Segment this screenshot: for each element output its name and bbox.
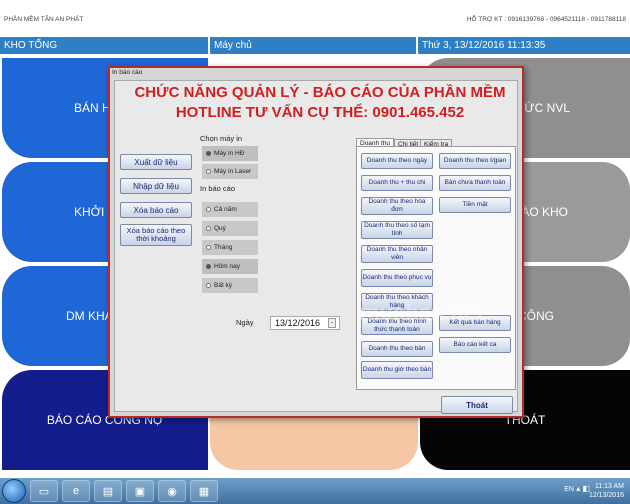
dialog-title: In báo cáo [112, 69, 143, 76]
support-hotline: HỖ TRỢ KT : 0916139768 - 0964521118 - 09… [466, 16, 626, 23]
radio-icon [206, 207, 211, 212]
revenue-by-table-button[interactable]: Doanh thu theo bàn [361, 341, 433, 357]
radio-selected-icon [206, 264, 211, 269]
period-option-any[interactable]: Bất kỳ [202, 278, 258, 293]
clock[interactable]: 11:13 AM 12/13/2016 [589, 482, 624, 500]
revenue-tab-panel: Doanh thu theo ngày Doanh thu + thu chi … [356, 146, 516, 390]
window-icon[interactable]: ▦ [190, 480, 218, 502]
tile-middle-bottom[interactable] [210, 418, 418, 470]
language-indicator[interactable]: EN [564, 486, 574, 493]
exit-button[interactable]: Thoát [441, 396, 513, 414]
printer-group-label: Chọn máy in [200, 134, 243, 143]
app-icon[interactable]: ▣ [126, 480, 154, 502]
period-option-today[interactable]: Hôm nay [202, 259, 258, 274]
revenue-plus-cashflow-button[interactable]: Doanh thu + thu chi [361, 175, 433, 191]
app-title: PHẦN MỀM TÂN AN PHÁT [4, 16, 84, 23]
clock-time: 11:13 AM [594, 483, 624, 490]
radio-icon [206, 169, 211, 174]
folder-icon[interactable]: ▭ [30, 480, 58, 502]
chrome-icon[interactable]: ◉ [158, 480, 186, 502]
header-kho-tong: KHO TỔNG [0, 37, 208, 54]
revenue-by-staff-button[interactable]: Doanh thu theo nhân viên [361, 245, 433, 263]
promo-line-2: HOTLINE TƯ VẤN CỤ THỂ: 0901.465.452 [175, 104, 465, 121]
import-data-button[interactable]: Nhập dữ liệu [120, 178, 192, 194]
printer-option-hd[interactable]: Máy in HĐ [202, 146, 258, 161]
explorer-icon[interactable]: ▤ [94, 480, 122, 502]
browser-icon[interactable]: e [62, 480, 90, 502]
radio-icon [206, 226, 211, 231]
radio-icon [206, 245, 211, 250]
watermark: muaban.net [360, 300, 484, 325]
header-may-chu: Máy chủ [210, 37, 416, 54]
revenue-by-time-button[interactable]: Doanh thu theo t/gian [439, 153, 511, 169]
tray-icons[interactable]: ▴ ◧ [576, 484, 590, 493]
date-label: Ngày [236, 318, 254, 327]
taskbar: ▭ e ▤ ▣ ◉ ▦ EN ▴ ◧ 11:13 AM 12/13/2016 [0, 478, 630, 504]
print-report-dialog: In báo cáo CHỨC NĂNG QUẢN LÝ - BÁO CÁO C… [108, 66, 524, 418]
revenue-by-day-button[interactable]: Doanh thu theo ngày [361, 153, 433, 169]
unpaid-tables-button[interactable]: Bàn chưa thanh toán [439, 175, 511, 191]
period-option-month[interactable]: Tháng [202, 240, 258, 255]
radio-icon [206, 283, 211, 288]
delete-report-by-period-button[interactable]: Xóa báo cáo theo thời khoảng [120, 224, 192, 246]
export-data-button[interactable]: Xuất dữ liệu [120, 154, 192, 170]
revenue-hourly-by-table-button[interactable]: Doanh thu giờ theo bàn [361, 361, 433, 379]
revenue-by-temp-bill-button[interactable]: Doanh thu theo số tạm tính [361, 221, 433, 239]
shift-report-button[interactable]: Báo cáo kết ca [439, 337, 511, 353]
radio-selected-icon [206, 151, 211, 156]
app-top-bar: PHẦN MỀM TÂN AN PHÁT HỖ TRỢ KT : 0916139… [0, 0, 630, 36]
printer-option-laser[interactable]: Máy in Laser [202, 164, 258, 179]
date-spinner-icon[interactable]: - [328, 318, 336, 328]
cash-button[interactable]: Tiền mặt [439, 197, 511, 213]
report-group-label: In báo cáo [200, 184, 236, 193]
revenue-by-server-button[interactable]: Doanh thu theo phục vụ [361, 269, 433, 287]
revenue-by-invoice-button[interactable]: Doanh thu theo hóa đơn [361, 197, 433, 215]
header-datetime: Thứ 3, 13/12/2016 11:13:35 [418, 37, 630, 54]
start-button-icon[interactable] [2, 479, 26, 503]
promo-line-1: CHỨC NĂNG QUẢN LÝ - BÁO CÁO CỦA PHẦN MỀM [134, 84, 506, 101]
clock-date: 12/13/2016 [588, 492, 624, 499]
period-option-year[interactable]: Cả năm [202, 202, 258, 217]
delete-report-button[interactable]: Xóa báo cáo [120, 202, 192, 218]
period-option-quarter[interactable]: Quý [202, 221, 258, 236]
